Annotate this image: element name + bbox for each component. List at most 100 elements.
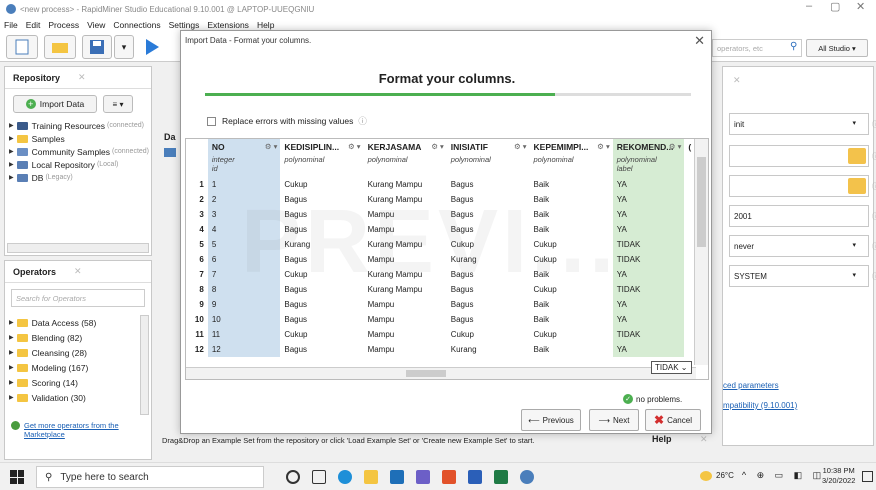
- save-dropdown-button[interactable]: ▾: [114, 35, 134, 59]
- cell-edit-dropdown[interactable]: TIDAK ⌄: [651, 361, 692, 374]
- table-cell[interactable]: YA: [612, 267, 685, 282]
- table-cell[interactable]: Cukup: [280, 177, 363, 192]
- notifications-icon[interactable]: [862, 471, 873, 482]
- table-cell[interactable]: Bagus: [280, 342, 363, 357]
- edge-icon[interactable]: [338, 470, 352, 484]
- import-data-button[interactable]: + Import Data: [13, 95, 97, 113]
- gear-icon[interactable]: ⚙ ▾: [265, 142, 278, 151]
- gear-icon[interactable]: ⚙ ▾: [514, 142, 527, 151]
- rapidminer-taskbar-icon[interactable]: [520, 470, 534, 484]
- close-button[interactable]: ✕: [856, 0, 865, 13]
- table-cell[interactable]: Bagus: [280, 297, 363, 312]
- operator-group-data-access[interactable]: ▶ Data Access (58): [9, 315, 151, 330]
- folder-icon[interactable]: [848, 178, 866, 194]
- menu-settings[interactable]: Settings: [169, 20, 200, 30]
- gear-icon[interactable]: ⚙ ▾: [431, 142, 444, 151]
- table-cell[interactable]: 10: [207, 312, 281, 327]
- table-cell[interactable]: YA: [612, 342, 685, 357]
- gear-icon[interactable]: ⚙ ▾: [597, 142, 610, 151]
- search-icon[interactable]: ⚲: [790, 41, 797, 52]
- column-header-kepemimpinan[interactable]: ⚙ ▾ KEPEMIMPI... polynominal: [530, 139, 613, 177]
- all-studio-dropdown[interactable]: All Studio ▾: [806, 39, 868, 57]
- table-cell[interactable]: YA: [612, 177, 685, 192]
- table-cell[interactable]: Cukup: [530, 327, 613, 342]
- store-icon[interactable]: [390, 470, 404, 484]
- operator-group-modeling[interactable]: ▶ Modeling (167): [9, 360, 151, 375]
- help-close-icon[interactable]: ✕: [700, 434, 708, 445]
- repo-item-local-repository[interactable]: ▶ Local Repository (Local): [9, 158, 151, 171]
- next-button[interactable]: ⟶ Next: [589, 409, 639, 431]
- table-cell[interactable]: TIDAK: [612, 327, 685, 342]
- table-cell[interactable]: Kurang Mampu: [364, 177, 447, 192]
- scroll-thumb[interactable]: [406, 370, 446, 377]
- repository-close-icon[interactable]: ✕: [78, 72, 86, 83]
- scroll-thumb[interactable]: [697, 157, 706, 247]
- table-cell[interactable]: YA: [612, 207, 685, 222]
- app-icon[interactable]: [416, 470, 430, 484]
- logverbosity-field[interactable]: init▾ⓘ: [729, 113, 876, 135]
- taskbar-search-input[interactable]: ⚲ Type here to search: [36, 466, 264, 488]
- replace-errors-option[interactable]: Replace errors with missing values ⓘ: [207, 115, 367, 127]
- table-horizontal-scrollbar[interactable]: [186, 367, 696, 379]
- table-cell[interactable]: TIDAK: [612, 252, 685, 267]
- resultfile-field[interactable]: ⓘ: [729, 175, 876, 197]
- dialog-close-icon[interactable]: ✕: [694, 33, 705, 49]
- open-process-button[interactable]: [44, 35, 76, 59]
- table-cell[interactable]: Baik: [530, 342, 613, 357]
- table-cell[interactable]: TIDAK: [612, 237, 685, 252]
- task-view-icon[interactable]: [312, 470, 326, 484]
- table-cell[interactable]: Cukup: [280, 327, 363, 342]
- table-cell[interactable]: YA: [612, 192, 685, 207]
- global-search-input[interactable]: operators, etc: [712, 39, 802, 57]
- menu-extensions[interactable]: Extensions: [207, 20, 249, 30]
- new-process-button[interactable]: [6, 35, 38, 59]
- menu-process[interactable]: Process: [48, 20, 79, 30]
- table-cell[interactable]: YA: [612, 312, 685, 327]
- menu-connections[interactable]: Connections: [113, 20, 160, 30]
- office-icon[interactable]: [442, 470, 456, 484]
- table-cell[interactable]: Mampu: [364, 297, 447, 312]
- table-cell[interactable]: Baik: [530, 177, 613, 192]
- table-cell[interactable]: 11: [207, 327, 281, 342]
- cancel-button[interactable]: ✖ Cancel: [645, 409, 701, 431]
- minimize-button[interactable]: –: [806, 0, 812, 12]
- repo-item-training-resources[interactable]: ▶ Training Resources (connected): [9, 119, 151, 132]
- marketplace-link[interactable]: Get more operators from the Marketplace: [11, 421, 131, 439]
- table-cell[interactable]: Baik: [530, 312, 613, 327]
- repository-scrollbar[interactable]: [7, 243, 149, 253]
- random-seed-field[interactable]: 2001ⓘ: [729, 205, 876, 227]
- column-header-kedisiplinan[interactable]: ⚙ ▾ KEDISIPLIN... polynominal: [280, 139, 363, 177]
- encoding-field[interactable]: SYSTEM▾ⓘ: [729, 265, 876, 287]
- file-explorer-icon[interactable]: [364, 470, 378, 484]
- table-cell[interactable]: Mampu: [364, 312, 447, 327]
- tray-icons[interactable]: ^ ⊕ ▭ ◧ ◫: [742, 470, 825, 481]
- table-cell[interactable]: 12: [207, 342, 281, 357]
- repo-item-community-samples[interactable]: ▶ Community Samples (connected): [9, 145, 151, 158]
- column-header-kerjasama[interactable]: ⚙ ▾ KERJASAMA polynominal: [364, 139, 447, 177]
- previous-button[interactable]: ⟵ Previous: [521, 409, 581, 431]
- operator-group-cleansing[interactable]: ▶ Cleansing (28): [9, 345, 151, 360]
- table-cell[interactable]: Baik: [530, 297, 613, 312]
- table-cell[interactable]: TIDAK: [612, 282, 685, 297]
- table-cell[interactable]: Bagus: [447, 297, 530, 312]
- menu-view[interactable]: View: [87, 20, 105, 30]
- column-header-inisiatif[interactable]: ⚙ ▾ INISIATIF polynominal: [447, 139, 530, 177]
- menu-help[interactable]: Help: [257, 20, 274, 30]
- table-cell[interactable]: Mampu: [364, 342, 447, 357]
- menu-edit[interactable]: Edit: [26, 20, 41, 30]
- replace-errors-checkbox[interactable]: [207, 116, 216, 126]
- column-header-rekomendasi[interactable]: ⚙ ▾ REKOMEND... polynominal label: [612, 139, 685, 177]
- save-process-button[interactable]: [82, 35, 112, 59]
- operator-group-validation[interactable]: ▶ Validation (30): [9, 390, 151, 405]
- advanced-parameters-link[interactable]: ced parameters: [723, 381, 779, 390]
- help-tab[interactable]: Help: [652, 434, 672, 444]
- column-header-no[interactable]: ⚙ ▾ NO integer id: [207, 139, 281, 177]
- table-cell[interactable]: 9: [207, 297, 281, 312]
- table-cell[interactable]: Cukup: [447, 327, 530, 342]
- table-cell[interactable]: Bagus: [447, 177, 530, 192]
- table-vertical-scrollbar[interactable]: [694, 139, 708, 365]
- table-cell[interactable]: YA: [612, 222, 685, 237]
- operator-group-blending[interactable]: ▶ Blending (82): [9, 330, 151, 345]
- operators-scrollbar[interactable]: [140, 315, 149, 415]
- cortana-icon[interactable]: [286, 470, 300, 484]
